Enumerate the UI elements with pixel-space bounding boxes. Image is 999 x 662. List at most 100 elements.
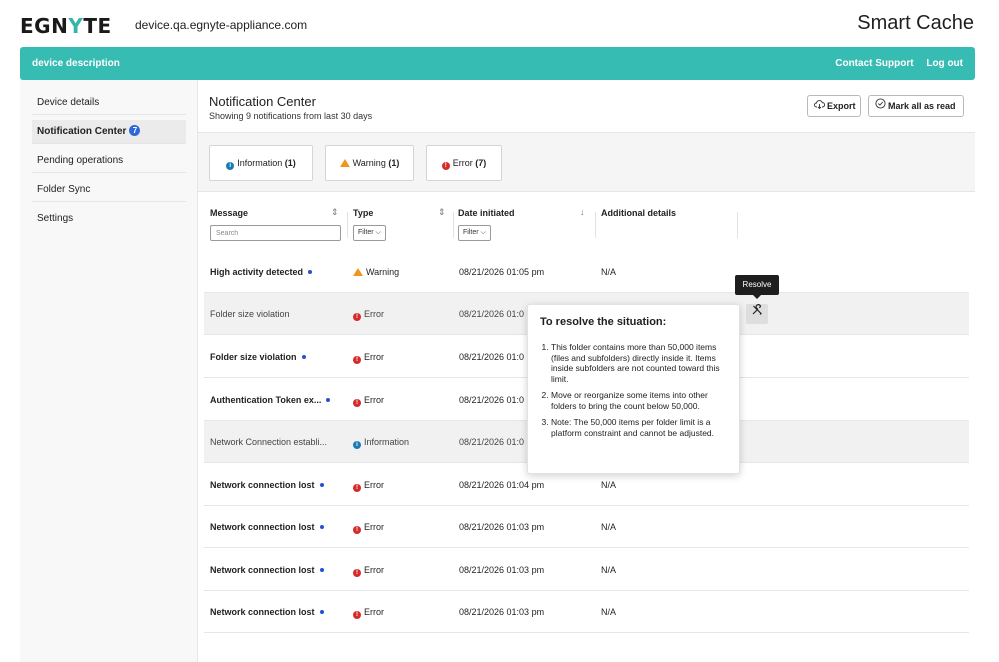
date-cell: 08/21/2026 01:05 pm: [459, 267, 545, 277]
date-cell: 08/21/2026 01:0: [459, 309, 525, 319]
resolve-step: Note: The 50,000 items per folder limit …: [551, 417, 728, 438]
page-title: Notification Center: [209, 94, 316, 109]
device-hostname: device.qa.egnyte-appliance.com: [135, 18, 308, 32]
unread-indicator: [326, 398, 331, 402]
export-button[interactable]: Export: [807, 95, 861, 117]
sort-icon[interactable]: ⇕: [331, 207, 339, 218]
table-row[interactable]: Network connection lost ! Error 08/21/202…: [204, 506, 969, 548]
details-cell: N/A: [601, 607, 617, 617]
sidebar-item-notification-center[interactable]: Notification Center 7: [32, 120, 186, 144]
error-icon: !: [353, 611, 361, 619]
chevron-down-icon: ⌵: [375, 229, 381, 236]
message-cell: High activity detected: [210, 267, 313, 277]
column-divider: [595, 212, 596, 238]
warning-icon: [353, 268, 363, 276]
type-cell: ! Error: [353, 395, 384, 407]
details-cell: N/A: [601, 522, 617, 532]
header-links: Contact Support Log out: [825, 58, 963, 69]
unread-indicator: [319, 525, 324, 529]
unread-indicator: [301, 355, 306, 359]
unread-indicator: [319, 483, 324, 487]
notification-count-badge: 7: [129, 125, 141, 136]
egnyte-logo[interactable]: EGNYTE: [20, 14, 112, 38]
warning-filter-chip[interactable]: Warning (1): [325, 145, 414, 181]
type-cell: ! Error: [353, 352, 384, 364]
cloud-download-icon: [813, 97, 825, 117]
message-cell: Folder size violation: [210, 352, 306, 362]
message-cell: Network connection lost: [210, 480, 324, 490]
mark-all-read-button[interactable]: Mark all as read: [868, 95, 964, 117]
sidebar: Device details Notification Center 7 Pend…: [20, 80, 198, 662]
table-row[interactable]: High activity detected Warning 08/21/202…: [204, 251, 969, 293]
popover-title: To resolve the situation:: [540, 316, 667, 328]
type-filter-dropdown[interactable]: Filter ⌵: [353, 225, 386, 241]
message-cell: Authentication Token ex...: [210, 395, 331, 405]
logout-link[interactable]: Log out: [926, 58, 963, 69]
resolve-tooltip: Resolve: [735, 275, 779, 299]
date-cell: 08/21/2026 01:0: [459, 352, 525, 362]
column-divider: [737, 212, 738, 238]
unread-indicator: [319, 568, 324, 572]
type-cell: ! Error: [353, 309, 384, 321]
sort-descending-icon[interactable]: ↓: [580, 207, 585, 217]
device-description: device description: [32, 58, 120, 69]
contact-support-link[interactable]: Contact Support: [835, 58, 913, 69]
error-icon: !: [353, 484, 361, 492]
resolve-button[interactable]: [746, 304, 768, 324]
error-filter-chip[interactable]: ! Error (7): [426, 145, 502, 181]
table-row[interactable]: Network connection lost ! Error 08/21/202…: [204, 591, 969, 633]
error-icon: !: [353, 526, 361, 534]
unread-indicator: [319, 610, 324, 614]
sort-icon[interactable]: ⇕: [438, 207, 446, 218]
date-cell: 08/21/2026 01:0: [459, 395, 525, 405]
details-cell: N/A: [601, 480, 617, 490]
message-cell: Network connection lost: [210, 607, 324, 617]
date-filter-dropdown[interactable]: Filter ⌵: [458, 225, 491, 241]
message-cell: Network connection lost: [210, 565, 324, 575]
type-column-header[interactable]: Type: [353, 208, 373, 218]
message-column-header[interactable]: Message: [210, 208, 248, 218]
sidebar-item-device-details[interactable]: Device details: [32, 91, 186, 115]
sidebar-item-pending-operations[interactable]: Pending operations: [32, 149, 186, 173]
resolve-steps-list: This folder contains more than 50,000 it…: [540, 342, 728, 438]
resolve-step: Move or reorganize some items into other…: [551, 390, 728, 411]
column-divider: [453, 212, 454, 238]
type-cell: ! Error: [353, 480, 384, 492]
message-search-input[interactable]: [210, 225, 341, 241]
unread-indicator: [308, 270, 313, 274]
message-cell: Network Connection establi...: [210, 437, 328, 447]
type-cell: ! Error: [353, 522, 384, 534]
error-icon: !: [353, 313, 361, 321]
table-row[interactable]: Network connection lost ! Error 08/21/202…: [204, 549, 969, 591]
type-cell: ! Error: [353, 565, 384, 577]
details-column-header: Additional details: [601, 208, 677, 218]
date-cell: 08/21/2026 01:03 pm: [459, 565, 545, 575]
details-cell: N/A: [601, 267, 617, 277]
details-cell: N/A: [601, 565, 617, 575]
sidebar-item-folder-sync[interactable]: Folder Sync: [32, 178, 186, 202]
date-column-header[interactable]: Date initiated: [458, 208, 515, 218]
type-cell: Warning: [353, 267, 399, 277]
warning-icon: [339, 159, 350, 167]
check-circle-icon: [874, 97, 886, 117]
info-icon: i: [226, 162, 235, 170]
date-cell: 08/21/2026 01:03 pm: [459, 522, 545, 532]
notification-filter-bar: i Information (1) Warning (1) ! Error (7): [198, 132, 975, 192]
type-cell: i Information: [353, 437, 409, 449]
error-icon: !: [353, 399, 361, 407]
tools-icon: [751, 304, 763, 319]
message-cell: Folder size violation: [210, 309, 290, 319]
resolve-popover: To resolve the situation: This folder co…: [527, 304, 740, 474]
information-filter-chip[interactable]: i Information (1): [209, 145, 313, 181]
device-bar: device description Contact Support Log o…: [20, 47, 975, 80]
sidebar-item-settings[interactable]: Settings: [32, 207, 186, 231]
resolve-step: This folder contains more than 50,000 it…: [551, 342, 728, 384]
error-icon: !: [353, 569, 361, 577]
chevron-down-icon: ⌵: [480, 229, 486, 236]
type-cell: ! Error: [353, 607, 384, 619]
date-cell: 08/21/2026 01:03 pm: [459, 607, 545, 617]
top-header: EGNYTE device.qa.egnyte-appliance.com Sm…: [0, 0, 999, 47]
page-subtitle: Showing 9 notifications from last 30 day…: [209, 111, 373, 121]
column-divider: [347, 212, 348, 238]
error-icon: !: [353, 356, 361, 364]
